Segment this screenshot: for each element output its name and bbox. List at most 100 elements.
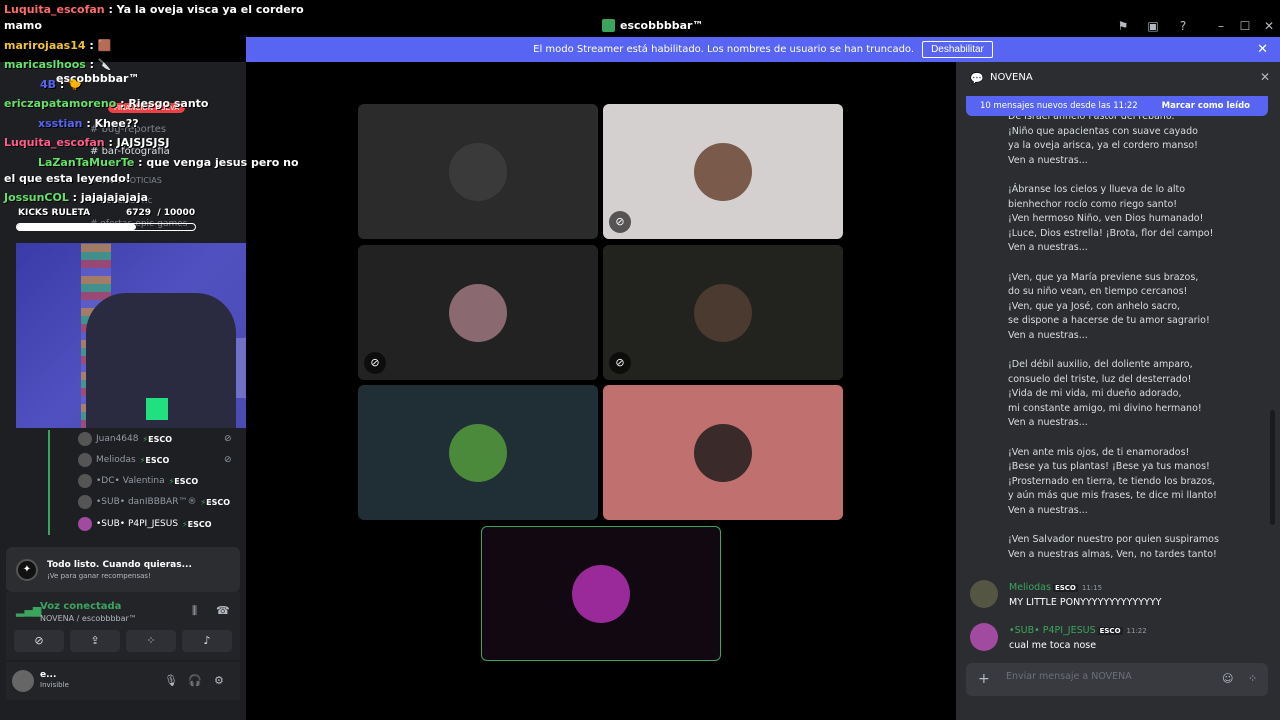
participant-tile-speaking[interactable] xyxy=(481,526,721,661)
deafened-icon: ⊘ xyxy=(224,434,232,444)
poem-line: Ven a nuestras almas, Ven, no tardes tan… xyxy=(1008,548,1217,560)
poem-line: Ven a nuestras... xyxy=(1008,505,1088,517)
poem-line: ¡Del débil auxilio, del doliente amparo, xyxy=(1008,359,1193,371)
help-icon[interactable]: ? xyxy=(1176,19,1190,33)
chat-header: 💬 NOVENA ✕ xyxy=(956,62,1280,94)
overlay-chat-line: marirojaas14 : 🟫 xyxy=(4,39,112,52)
avatar[interactable] xyxy=(12,670,34,692)
signal-icon: ▂▄▆ xyxy=(16,604,42,617)
microphone-icon[interactable]: 🎙 xyxy=(164,674,178,687)
soundboard-button[interactable]: ♪ xyxy=(182,630,232,652)
voice-member[interactable]: Juan4648ESCO⊘ xyxy=(78,432,232,446)
avatar[interactable] xyxy=(970,623,998,651)
poem-stanza: ¡Ábranse los cielos y llueva de lo alto b… xyxy=(1008,183,1258,256)
avatar xyxy=(78,432,92,446)
chat-scrollbar[interactable] xyxy=(1270,410,1275,525)
overlay-chat-line: mamo xyxy=(4,19,42,32)
avatar xyxy=(694,142,752,201)
overlay-chat-line: maricaslhoos : 🔪 xyxy=(4,58,112,71)
disconnect-icon[interactable]: ☎ xyxy=(216,604,230,617)
voice-member[interactable]: •SUB• P4PI_JESUSESCO xyxy=(78,517,212,531)
headphones-icon[interactable]: 🎧 xyxy=(188,674,202,687)
streamer-mode-banner: El modo Streamer está habilitado. Los no… xyxy=(246,37,1280,62)
close-chat-icon[interactable]: ✕ xyxy=(1260,70,1270,84)
avatar xyxy=(449,283,507,342)
activities-button[interactable]: ⁘ xyxy=(126,630,176,652)
poem-line: ¡Ven Salvador nuestro por quien suspiram… xyxy=(1008,534,1219,546)
close-window-icon[interactable]: ✕ xyxy=(1262,19,1276,33)
poem-line: ¡Niño que apacientas con suave cayado xyxy=(1008,125,1198,137)
poem-line: se dispone a hacerse de tu amor sagrario… xyxy=(1008,315,1210,327)
poem-message: De Israel anhelo Pastor del rebaño. ¡Niño… xyxy=(1008,110,1258,564)
muted-icon: ⊘ xyxy=(609,211,631,233)
inbox-icon[interactable]: ▣ xyxy=(1146,19,1160,33)
poem-line: mi constante amigo, mi divino hermano! xyxy=(1008,402,1202,414)
poem-stanza: ¡Ven ante mis ojos, de ti enamorados! ¡Be… xyxy=(1008,446,1258,519)
server-icon xyxy=(602,19,615,32)
noise-suppression-icon[interactable]: ⫼ xyxy=(192,604,197,618)
poem-line: Ven a nuestras... xyxy=(1008,417,1088,429)
minimize-icon[interactable]: – xyxy=(1214,19,1228,33)
avatar[interactable] xyxy=(970,580,998,608)
overlay-chat-line: 4B : 🐤 xyxy=(40,78,82,91)
screen-share-button[interactable]: ⇪ xyxy=(70,630,120,652)
new-messages-bar[interactable]: 10 mensajes nuevos desde las 11:22 Marca… xyxy=(966,96,1268,116)
deafened-icon: ⊘ xyxy=(224,455,232,465)
poem-stanza: ¡Del débil auxilio, del doliente amparo,… xyxy=(1008,358,1258,431)
poem-stanza: ¡Ven Salvador nuestro por quien suspiram… xyxy=(1008,533,1258,562)
avatar xyxy=(78,453,92,467)
close-banner-icon[interactable]: ✕ xyxy=(1257,42,1268,57)
kicks-label: KICKS RULETA xyxy=(18,208,91,218)
avatar xyxy=(694,423,752,482)
overlay-chat-line: xsstian : Khee?? xyxy=(38,117,139,130)
poem-line: ¡Ven, que ya María previene sus brazos, xyxy=(1008,271,1199,283)
poem-line: ¡Prosternado en tierra, te tiendo los br… xyxy=(1008,475,1216,487)
poem-line: ¡Ven, que ya José, con anhelo sacro, xyxy=(1008,300,1181,312)
overlay-chat-line: el que esta leyendo! xyxy=(4,172,131,185)
overlay-chat-line: LaZanTaMuerTe : que venga jesus pero no xyxy=(38,156,299,169)
participant-tile[interactable] xyxy=(358,104,598,239)
apps-icon[interactable]: ⁘ xyxy=(1248,672,1257,685)
mark-read-button[interactable]: Marcar como leído xyxy=(1162,101,1250,111)
participant-tile[interactable]: ⊘ xyxy=(358,245,598,380)
voice-member[interactable]: •SUB• danIBBBAR™®ESCO xyxy=(78,495,230,509)
emoji-icon[interactable]: ☺ xyxy=(1222,672,1233,685)
camera-off-button[interactable]: ⊘ xyxy=(14,630,64,652)
participant-tile[interactable] xyxy=(603,385,843,520)
avatar xyxy=(78,474,92,488)
user-panel: e... Invisible 🎙 🎧 ⚙ xyxy=(6,662,240,700)
message-composer: + ☺ ⁘ xyxy=(966,663,1268,696)
poem-line: Ven a nuestras... xyxy=(1008,154,1088,166)
avatar xyxy=(78,517,92,531)
add-attachment-icon[interactable]: + xyxy=(978,671,990,687)
poem-line: bienhechor rocío como riego santo! xyxy=(1008,198,1178,210)
disable-streamer-button[interactable]: Deshabilitar xyxy=(922,41,993,58)
poem-line: y aún más que mis frases, te dice mi lla… xyxy=(1008,490,1217,502)
message-input[interactable] xyxy=(1006,671,1206,682)
settings-gear-icon[interactable]: ⚙ xyxy=(214,674,224,687)
voice-channel-line xyxy=(48,430,50,535)
poem-line: Ven a nuestras... xyxy=(1008,242,1088,254)
maximize-icon[interactable]: ☐ xyxy=(1238,19,1252,33)
muted-icon: ⊘ xyxy=(364,352,386,374)
participant-tile[interactable]: ⊘ xyxy=(603,245,843,380)
flag-icon[interactable]: ⚑ xyxy=(1116,19,1130,33)
voice-member[interactable]: •DC• ValentinaESCO xyxy=(78,474,198,488)
poem-line: ya la oveja arisca, ya el cordero manso! xyxy=(1008,140,1198,152)
voice-member[interactable]: MeliodasESCO⊘ xyxy=(78,453,232,467)
overlay-chat-line: JossunCOL : jajajajajaja xyxy=(4,191,149,204)
avatar xyxy=(449,142,507,201)
participant-tile[interactable]: ⊘ xyxy=(603,104,843,239)
poem-line: ¡Luce, Dios estrella! ¡Brota, flor del c… xyxy=(1008,227,1214,239)
poem-stanza: ¡Ven, que ya María previene sus brazos, d… xyxy=(1008,271,1258,344)
voice-connection-panel: ▂▄▆ Voz conectada NOVENA / escobbbbar™ ⫼… xyxy=(6,592,240,660)
avatar xyxy=(694,283,752,342)
kicks-progress-fill xyxy=(17,224,137,230)
muted-icon: ⊘ xyxy=(609,352,631,374)
avatar xyxy=(449,423,507,482)
overlay-chat-line: ericzapatamoreno : Riesgo santo xyxy=(4,97,209,110)
quest-card[interactable]: ✦ Todo listo. Cuando quieras... ¡Ve para… xyxy=(6,547,240,592)
participant-tile[interactable] xyxy=(358,385,598,520)
overlay-chat-line: Luquita_escofan : Ya la oveja visca ya e… xyxy=(4,3,304,16)
kicks-progress-bar xyxy=(16,223,196,231)
